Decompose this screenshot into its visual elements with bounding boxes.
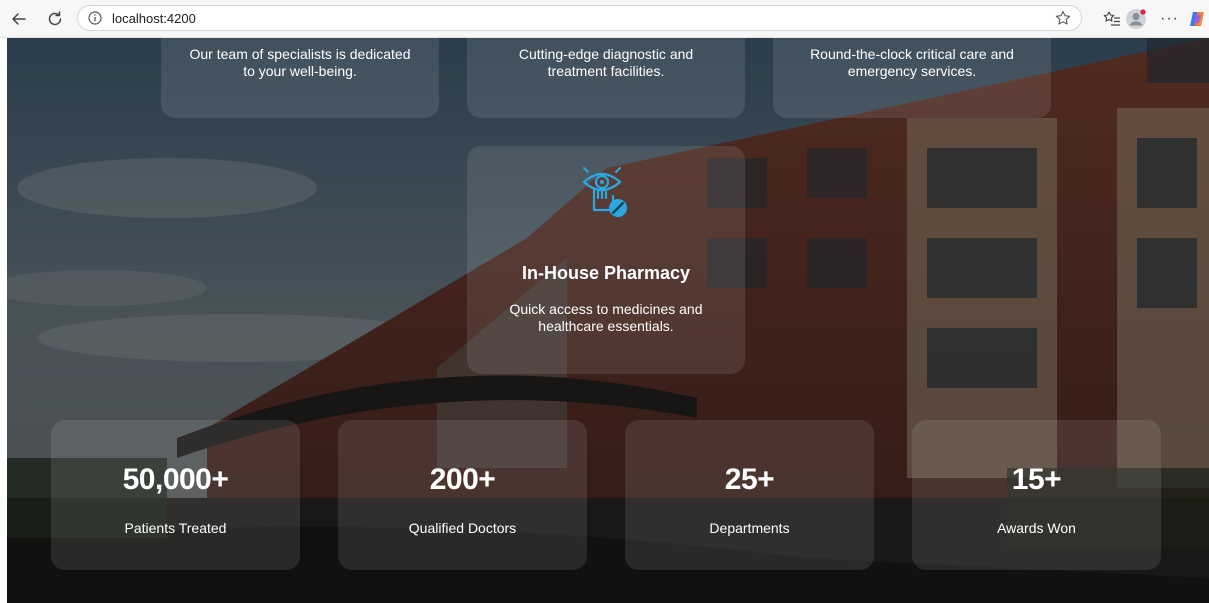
- service-card-diagnostics: Cutting-edge diagnostic and treatment fa…: [467, 38, 745, 118]
- eye-hand-pill-icon: [580, 166, 632, 220]
- stat-card-patients: 50,000+ Patients Treated: [51, 420, 300, 570]
- stat-label: Qualified Doctors: [408, 520, 517, 536]
- feature-description: Quick access to medicines and healthcare…: [509, 301, 703, 334]
- stat-label: Awards Won: [997, 520, 1076, 536]
- info-icon[interactable]: [88, 11, 102, 25]
- service-description: Our team of specialists is dedicated to …: [189, 46, 411, 79]
- reload-icon[interactable]: [45, 9, 65, 29]
- stat-value: 25+: [724, 463, 775, 496]
- service-description: Round-the-clock critical care and emerge…: [810, 46, 1014, 79]
- service-description: Cutting-edge diagnostic and treatment fa…: [518, 46, 694, 79]
- favorites-icon[interactable]: [1102, 9, 1122, 29]
- url-text[interactable]: localhost:4200: [112, 11, 196, 26]
- hero-section: Our team of specialists is dedicated to …: [7, 38, 1209, 603]
- service-card-specialists: Our team of specialists is dedicated to …: [161, 38, 439, 118]
- back-arrow-icon[interactable]: [9, 9, 29, 29]
- stat-label: Departments: [709, 520, 790, 536]
- feature-card-pharmacy: In-House Pharmacy Quick access to medici…: [467, 146, 745, 374]
- stat-card-doctors: 200+ Qualified Doctors: [338, 420, 587, 570]
- service-card-critical-care: Round-the-clock critical care and emerge…: [773, 38, 1051, 118]
- stat-value: 15+: [1011, 463, 1062, 496]
- browser-toolbar: localhost:4200 ···: [0, 0, 1209, 38]
- profile-avatar-icon[interactable]: [1125, 8, 1147, 30]
- bookmark-star-icon[interactable]: [1055, 10, 1071, 26]
- stat-value: 50,000+: [122, 463, 229, 496]
- stat-label: Patients Treated: [124, 520, 227, 536]
- stat-card-departments: 25+ Departments: [625, 420, 874, 570]
- address-bar[interactable]: localhost:4200: [77, 5, 1082, 31]
- stat-value: 200+: [429, 463, 496, 496]
- stat-card-awards: 15+ Awards Won: [912, 420, 1161, 570]
- feature-title: In-House Pharmacy: [521, 263, 691, 283]
- copilot-icon[interactable]: [1187, 9, 1207, 29]
- more-menu-icon[interactable]: ···: [1160, 9, 1180, 29]
